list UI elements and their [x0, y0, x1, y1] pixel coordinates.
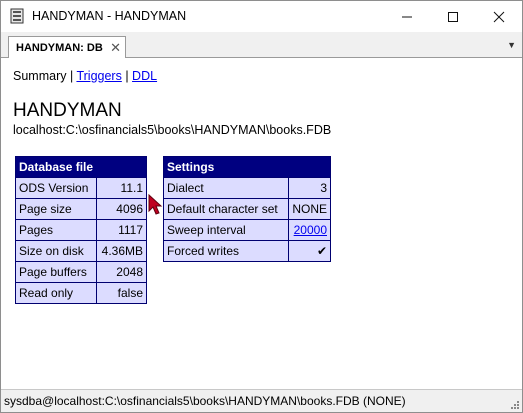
nav-summary: Summary: [13, 69, 67, 83]
ods-version-label: ODS Version: [15, 177, 97, 199]
status-bar: sysdba@localhost:C:\osfinancials5\books\…: [1, 389, 522, 412]
table-row: Sweep interval 20000: [163, 219, 331, 241]
page-buffers-value: 2048: [96, 261, 147, 283]
sweep-interval-link[interactable]: 20000: [294, 223, 327, 237]
table-row: Size on disk 4.36MB: [15, 240, 147, 262]
ods-version-value: 11.1: [96, 177, 147, 199]
settings-table: Settings Dialect 3 Default character set…: [163, 156, 331, 262]
page-size-label: Page size: [15, 198, 97, 220]
table-row: Page buffers 2048: [15, 261, 147, 283]
pages-value: 1117: [96, 219, 147, 241]
tab-label: HANDYMAN: DB: [16, 41, 103, 54]
forced-writes-label: Forced writes: [163, 240, 289, 262]
read-only-label: Read only: [15, 282, 97, 304]
resize-grip-icon[interactable]: [510, 400, 520, 410]
maximize-button[interactable]: [430, 1, 476, 32]
read-only-value: false: [96, 282, 147, 304]
nav-separator: |: [66, 69, 77, 83]
minimize-button[interactable]: [384, 1, 430, 32]
database-file-table: Database file ODS Version 11.1 Page size…: [15, 156, 147, 304]
default-charset-value: NONE: [288, 198, 331, 220]
nav-triggers-link[interactable]: Triggers: [76, 69, 121, 83]
page-buffers-label: Page buffers: [15, 261, 97, 283]
app-icon: [10, 8, 24, 24]
tab-strip: HANDYMAN: DB ✕ ▼: [1, 32, 522, 58]
table-row: Pages 1117: [15, 219, 147, 241]
database-path: localhost:C:\osfinancials5\books\HANDYMA…: [13, 123, 332, 137]
default-charset-label: Default character set: [163, 198, 289, 220]
close-icon: [493, 11, 505, 22]
tab-handyman-db[interactable]: HANDYMAN: DB ✕: [8, 36, 126, 58]
maximize-icon: [448, 11, 458, 22]
table-row: Default character set NONE: [163, 198, 331, 220]
database-name: HANDYMAN: [13, 100, 122, 121]
table-row: Forced writes ✔: [163, 240, 331, 262]
status-text: sysdba@localhost:C:\osfinancials5\books\…: [4, 394, 406, 408]
view-nav: Summary | Triggers | DDL: [13, 69, 157, 83]
checkmark-icon: ✔: [316, 244, 327, 258]
application-window: HANDYMAN - HANDYMAN HANDYMAN: DB ✕ ▼ Sum…: [0, 0, 523, 413]
pages-label: Pages: [15, 219, 97, 241]
forced-writes-value: ✔: [288, 240, 331, 262]
dialect-value: 3: [288, 177, 331, 199]
window-title: HANDYMAN - HANDYMAN: [32, 9, 187, 23]
table-row: Page size 4096: [15, 198, 147, 220]
table-row: ODS Version 11.1: [15, 177, 147, 199]
database-summary-panel: Summary | Triggers | DDL HANDYMAN localh…: [1, 58, 522, 389]
page-size-value: 4096: [96, 198, 147, 220]
size-on-disk-value: 4.36MB: [96, 240, 147, 262]
database-file-header: Database file: [15, 156, 147, 178]
sweep-interval-cell: 20000: [288, 219, 331, 241]
close-button[interactable]: [476, 1, 522, 32]
mouse-cursor-icon: [148, 194, 163, 215]
table-row: Read only false: [15, 282, 147, 304]
size-on-disk-label: Size on disk: [15, 240, 97, 262]
table-row: Dialect 3: [163, 177, 331, 199]
dialect-label: Dialect: [163, 177, 289, 199]
settings-header: Settings: [163, 156, 331, 178]
tab-close-icon[interactable]: ✕: [110, 40, 121, 56]
sweep-interval-label: Sweep interval: [163, 219, 289, 241]
nav-separator: |: [121, 69, 133, 83]
minimize-icon: [402, 16, 412, 17]
title-bar[interactable]: HANDYMAN - HANDYMAN: [1, 1, 522, 32]
tab-menu-icon[interactable]: ▼: [507, 40, 516, 50]
nav-ddl-link[interactable]: DDL: [132, 69, 157, 83]
